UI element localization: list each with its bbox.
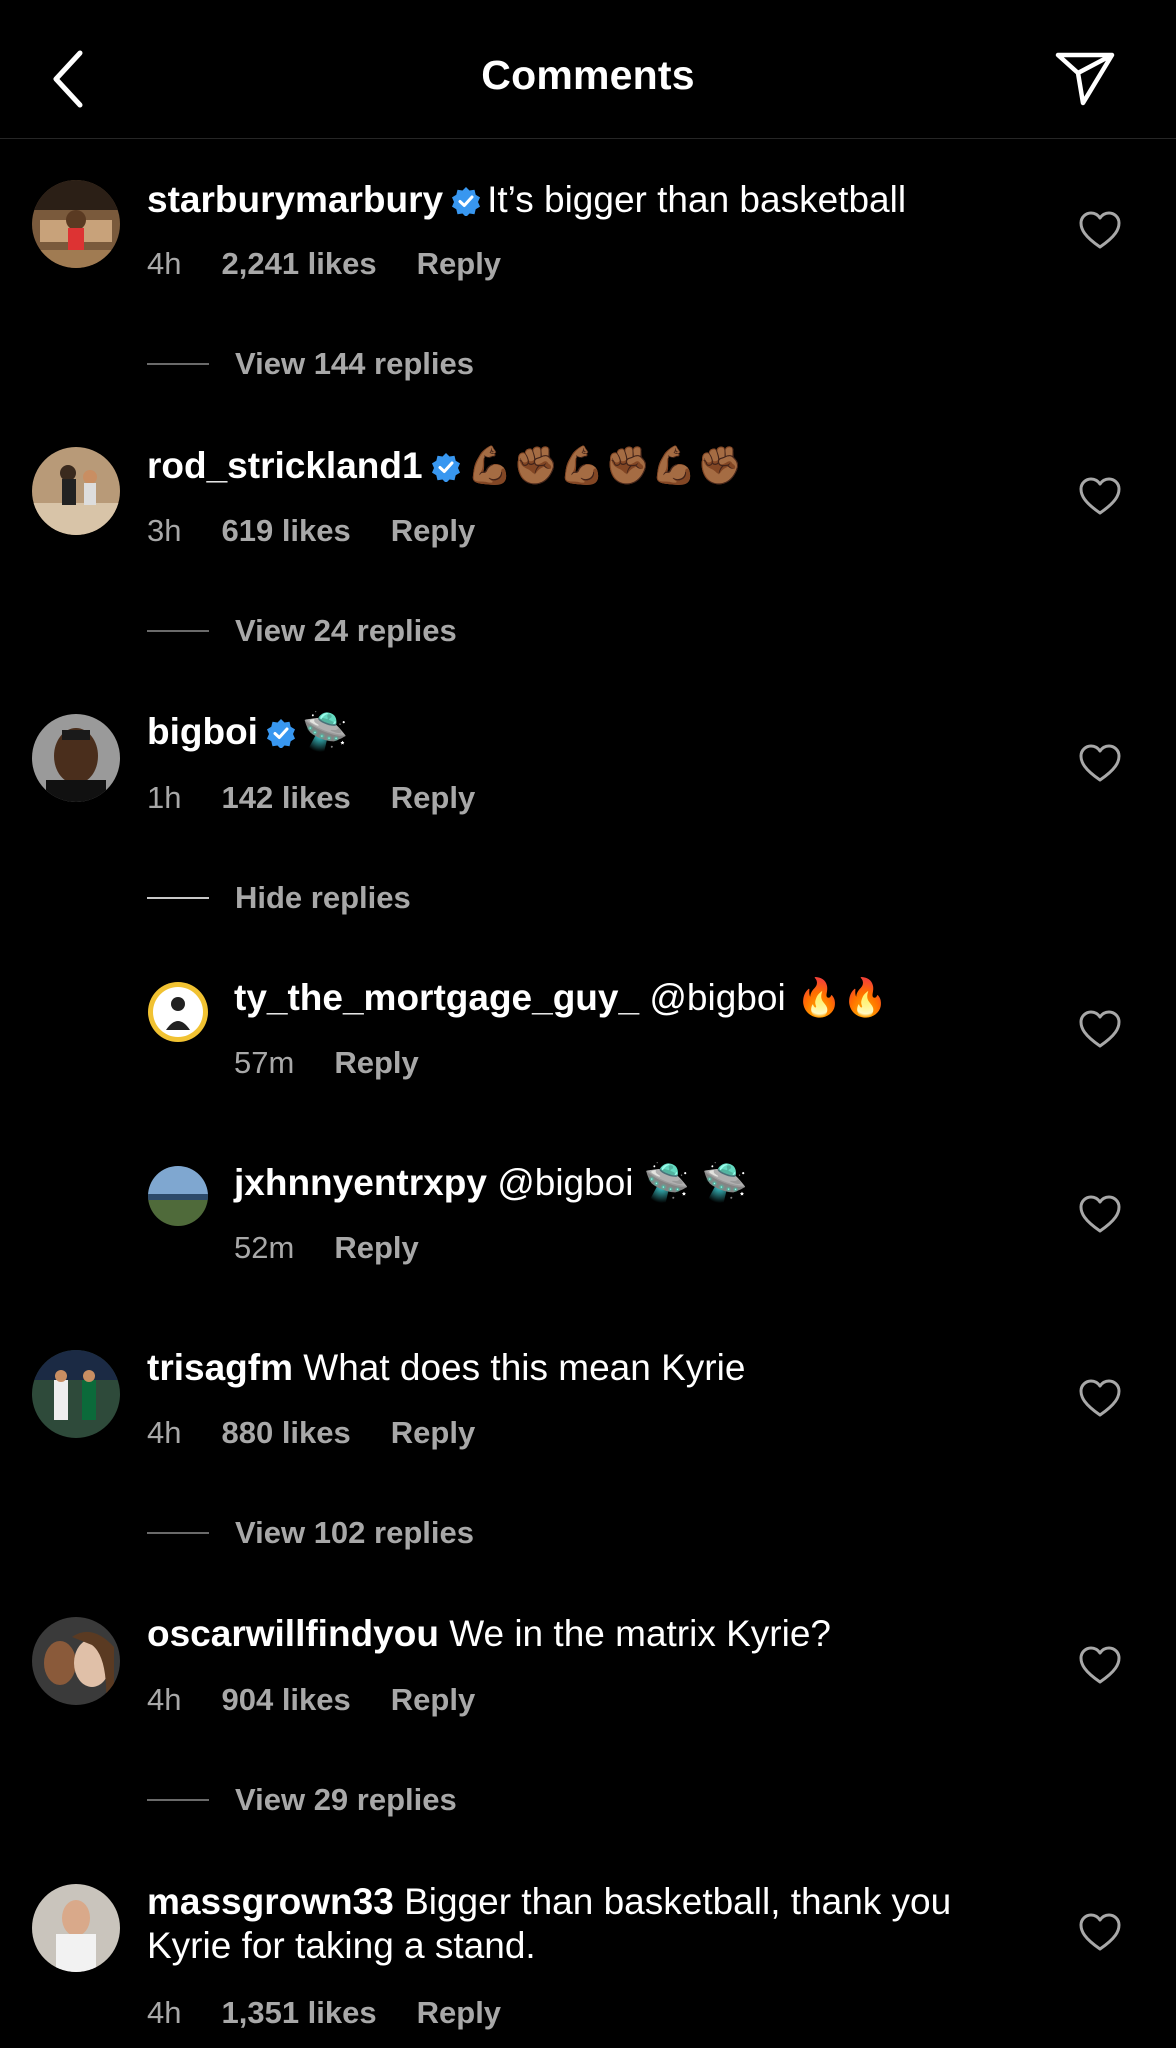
paper-plane-icon [1055, 52, 1115, 106]
comment-username[interactable]: trisagfm [147, 1347, 293, 1388]
avatar[interactable] [32, 714, 120, 802]
divider-line [147, 897, 209, 899]
like-button[interactable] [1078, 1193, 1122, 1237]
heart-outline-icon [1079, 1379, 1121, 1417]
comment-time: 3h [147, 513, 182, 548]
view-replies-label: View 24 replies [235, 613, 457, 648]
comment-time: 4h [147, 1415, 182, 1450]
reply-time: 57m [234, 1045, 295, 1080]
heart-outline-icon [1079, 211, 1121, 249]
view-replies-button[interactable]: View 144 replies [147, 346, 474, 382]
comment-text: We in the matrix Kyrie? [449, 1613, 831, 1654]
divider-line [147, 630, 209, 632]
share-button[interactable] [1050, 44, 1120, 114]
heart-outline-icon [1079, 1646, 1121, 1684]
comment-time: 4h [147, 1682, 182, 1717]
reply-button[interactable]: Reply [391, 1415, 475, 1450]
likes-count[interactable]: 142 likes [221, 780, 350, 815]
comment-username[interactable]: rod_strickland1 [147, 445, 423, 486]
likes-count[interactable]: 1,351 likes [221, 1995, 376, 2030]
comment-meta: 4h 904 likes Reply [147, 1682, 515, 1718]
likes-count[interactable]: 619 likes [221, 513, 350, 548]
comment-text: It’s bigger than basketball [487, 179, 907, 220]
comment-username[interactable]: oscarwillfindyou [147, 1613, 439, 1654]
like-button[interactable] [1078, 742, 1122, 786]
like-button[interactable] [1078, 1377, 1122, 1421]
reply-button[interactable]: Reply [417, 1995, 501, 2030]
view-replies-label: View 29 replies [235, 1782, 457, 1817]
heart-outline-icon [1079, 1913, 1121, 1951]
mention-link[interactable]: @bigboi [649, 977, 785, 1018]
heart-outline-icon [1079, 1010, 1121, 1048]
comment-text: 💪🏾✊🏾💪🏾✊🏾💪🏾✊🏾 [466, 444, 743, 487]
like-button[interactable] [1078, 1644, 1122, 1688]
view-replies-button[interactable]: View 24 replies [147, 613, 457, 649]
verified-badge-icon [431, 448, 461, 492]
view-replies-button[interactable]: View 29 replies [147, 1782, 457, 1818]
divider-line [147, 363, 209, 365]
reply-button[interactable]: Reply [417, 246, 501, 281]
comment-meta: 4h 1,351 likes Reply [147, 1995, 541, 2031]
likes-count[interactable]: 2,241 likes [221, 246, 376, 281]
reply-button[interactable]: Reply [334, 1230, 418, 1265]
avatar[interactable] [32, 447, 120, 535]
comment-username[interactable]: starburymarbury [147, 179, 443, 220]
comment-username[interactable]: massgrown33 [147, 1881, 394, 1922]
comment-text: What does this mean Kyrie [303, 1347, 746, 1388]
verified-badge-icon [451, 182, 481, 226]
likes-count[interactable]: 880 likes [221, 1415, 350, 1450]
reply-button[interactable]: Reply [391, 1682, 475, 1717]
avatar[interactable] [32, 1350, 120, 1438]
view-replies-button[interactable]: View 102 replies [147, 1515, 474, 1551]
reply-text: 🔥🔥 [795, 976, 889, 1019]
avatar[interactable] [148, 1166, 208, 1226]
reply-text: 🛸 🛸 [643, 1161, 748, 1204]
like-button[interactable] [1078, 1911, 1122, 1955]
mention-link[interactable]: @bigboi [497, 1162, 633, 1203]
reply-meta: 52m Reply [234, 1230, 459, 1266]
like-button[interactable] [1078, 1008, 1122, 1052]
comment-username[interactable]: bigboi [147, 711, 258, 752]
avatar[interactable] [148, 982, 208, 1042]
header-bar: Comments [0, 0, 1176, 139]
reply-time: 52m [234, 1230, 295, 1265]
view-replies-label: View 144 replies [235, 346, 474, 381]
comment-time: 4h [147, 1995, 182, 2030]
hide-replies-button[interactable]: Hide replies [147, 880, 411, 916]
reply-username[interactable]: jxhnnyentrxpy [234, 1162, 487, 1203]
hide-replies-label: Hide replies [235, 880, 411, 915]
heart-outline-icon [1079, 744, 1121, 782]
reply-button[interactable]: Reply [391, 780, 475, 815]
heart-outline-icon [1079, 477, 1121, 515]
divider-line [147, 1532, 209, 1534]
comment-meta: 4h 880 likes Reply [147, 1415, 515, 1451]
avatar[interactable] [32, 180, 120, 268]
view-replies-label: View 102 replies [235, 1515, 474, 1550]
comment-time: 1h [147, 780, 182, 815]
comment-meta: 1h 142 likes Reply [147, 780, 515, 816]
page-title: Comments [481, 52, 695, 98]
comment-meta: 3h 619 likes Reply [147, 513, 515, 549]
heart-outline-icon [1079, 1195, 1121, 1233]
like-button[interactable] [1078, 475, 1122, 519]
avatar[interactable] [32, 1884, 120, 1972]
comment-text: 🛸 [301, 710, 349, 753]
comment-meta: 4h 2,241 likes Reply [147, 246, 541, 282]
reply-button[interactable]: Reply [334, 1045, 418, 1080]
divider-line [147, 1799, 209, 1801]
reply-username[interactable]: ty_the_mortgage_guy_ [234, 977, 639, 1018]
likes-count[interactable]: 904 likes [221, 1682, 350, 1717]
reply-button[interactable]: Reply [391, 513, 475, 548]
verified-badge-icon [266, 714, 296, 758]
like-button[interactable] [1078, 209, 1122, 253]
avatar[interactable] [32, 1617, 120, 1705]
comment-time: 4h [147, 246, 182, 281]
reply-meta: 57m Reply [234, 1045, 459, 1081]
